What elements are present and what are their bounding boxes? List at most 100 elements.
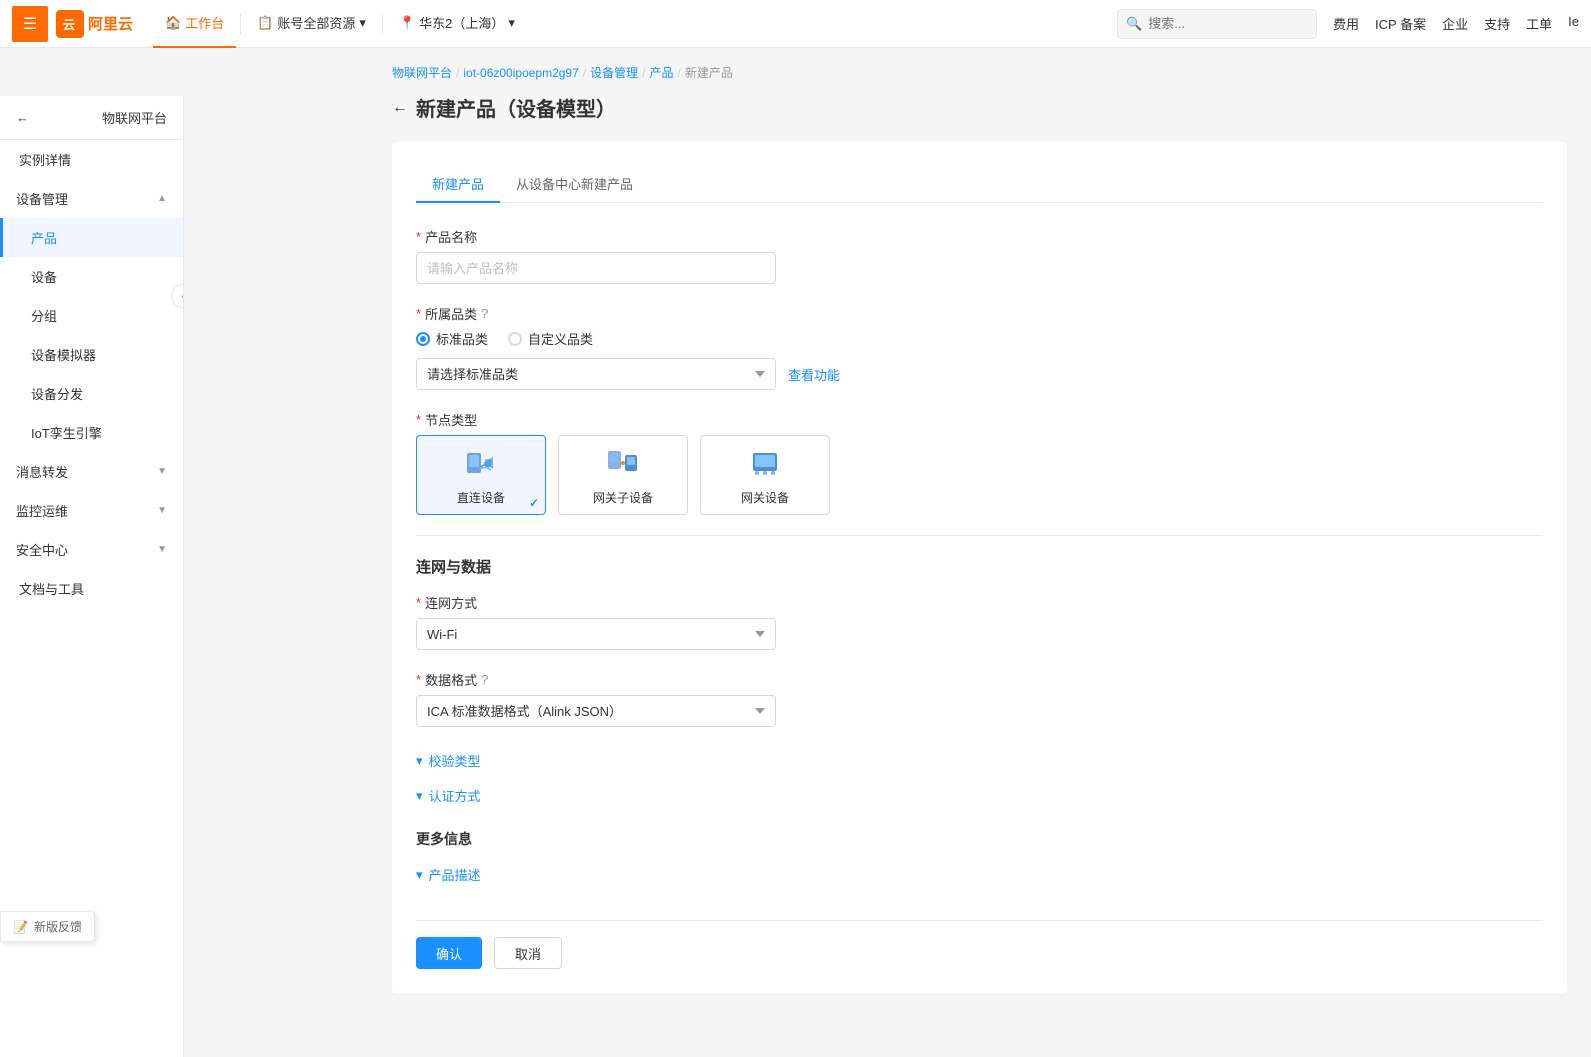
tab-bar: 新建产品 从设备中心新建产品 [416, 166, 1543, 203]
sidebar-item-devices[interactable]: 设备 [0, 257, 183, 296]
nav-support[interactable]: 支持 [1484, 14, 1510, 33]
chevron-down-auth-icon: ▾ [416, 788, 423, 804]
svg-text:云: 云 [63, 18, 75, 32]
tab-new-product[interactable]: 新建产品 [416, 166, 500, 203]
breadcrumb-sep-2: / [583, 66, 586, 80]
aliyun-svg: 云 [60, 14, 80, 34]
aliyun-logo-icon: 云 [56, 10, 84, 38]
sidebar-item-simulator[interactable]: 设备模拟器 [0, 335, 183, 374]
collapsible-desc-header[interactable]: ▾ 产品描述 [416, 861, 1543, 888]
form-card: 新建产品 从设备中心新建产品 * 产品名称 * 所属品类 ? [392, 142, 1567, 993]
form-group-category: * 所属品类 ? 标准品类 自定义品类 [416, 304, 1543, 390]
nav-region[interactable]: 📍 华东2（上海） ▾ [387, 0, 527, 48]
sidebar-item-iot-engine-label: IoT孪生引擎 [31, 423, 102, 442]
data-format-help-icon[interactable]: ? [481, 672, 488, 687]
direct-device-icon [463, 445, 499, 481]
sidebar-item-products[interactable]: 产品 [0, 218, 183, 257]
sidebar-item-message-label: 消息转发 [16, 462, 68, 481]
category-select[interactable]: 请选择标准品类 [416, 358, 776, 390]
aliyun-text: 阿里云 [88, 13, 133, 34]
chevron-up-icon: ▲ [157, 193, 167, 204]
breadcrumb-device-mgmt[interactable]: 设备管理 [590, 64, 638, 81]
required-star-node: * [416, 412, 421, 427]
feedback-label: 新版反馈 [34, 918, 82, 935]
radio-custom-label: 自定义品类 [528, 329, 593, 348]
sidebar-item-groups[interactable]: 分组 [0, 296, 183, 335]
chevron-down-verify-icon: ▾ [416, 753, 423, 769]
sidebar-group-monitor[interactable]: 监控运维 ▼ [0, 491, 183, 530]
nav-right: 🔍 费用 ICP 备案 企业 支持 工单 Ie [1117, 9, 1579, 39]
nav-icp[interactable]: ICP 备案 [1375, 14, 1426, 33]
product-name-input[interactable] [416, 252, 776, 284]
hamburger-icon: ☰ [23, 14, 37, 34]
connect-method-select-wrapper: Wi-Fi [416, 618, 776, 650]
node-card-gateway-sub[interactable]: 网关子设备 [558, 435, 688, 515]
chevron-down-icon-1: ▾ [359, 15, 366, 31]
sidebar-item-dispatch-label: 设备分发 [31, 384, 83, 403]
sidebar-item-dispatch[interactable]: 设备分发 [0, 374, 183, 413]
sidebar-back-icon: ← [16, 110, 29, 125]
connect-method-select[interactable]: Wi-Fi [416, 618, 776, 650]
breadcrumb-products[interactable]: 产品 [649, 64, 673, 81]
sidebar-header[interactable]: ← 物联网平台 [0, 96, 183, 140]
section-divider-1 [416, 535, 1543, 536]
connect-method-label: * 连网方式 [416, 593, 1543, 612]
top-nav: ☰ 云 阿里云 🏠 工作台 📋 账号全部资源 ▾ 📍 华东2（上海） ▾ [0, 0, 1591, 48]
back-button[interactable]: ← [392, 99, 408, 117]
sidebar-item-device-management-label: 设备管理 [16, 189, 68, 208]
nav-enterprise[interactable]: 企业 [1442, 14, 1468, 33]
collapsible-auth-label: 认证方式 [429, 786, 481, 805]
category-select-wrapper: 请选择标准品类 [416, 358, 776, 390]
gateway-icon [747, 445, 783, 481]
tab-from-center[interactable]: 从设备中心新建产品 [500, 166, 649, 203]
sidebar-item-docs[interactable]: 文档与工具 [0, 569, 183, 608]
breadcrumb-instance[interactable]: iot-06z00ipoepm2g97 [463, 66, 578, 80]
chevron-down-icon-2: ▾ [508, 15, 515, 31]
node-card-gateway[interactable]: 网关设备 [700, 435, 830, 515]
collapsible-auth-header[interactable]: ▾ 认证方式 [416, 782, 1543, 809]
sidebar-item-iot-engine[interactable]: IoT孪生引擎 [0, 413, 183, 452]
chevron-down-icon-msg: ▼ [157, 466, 167, 477]
data-format-select[interactable]: ICA 标准数据格式（Alink JSON） [416, 695, 776, 727]
hamburger-button[interactable]: ☰ [12, 6, 48, 42]
confirm-button[interactable]: 确认 [416, 937, 482, 969]
view-func-button[interactable]: 查看功能 [788, 365, 840, 384]
nav-workbench-label: 工作台 [185, 13, 224, 32]
node-card-direct-label: 直连设备 [457, 489, 505, 506]
search-box[interactable]: 🔍 [1117, 9, 1317, 39]
feedback-button[interactable]: 📝 新版反馈 [0, 911, 95, 942]
nav-divider-1 [240, 14, 241, 34]
nav-resources[interactable]: 📋 账号全部资源 ▾ [245, 0, 378, 48]
search-icon: 🔍 [1126, 16, 1142, 32]
node-type-group: 直连设备 网关子设备 [416, 435, 1543, 515]
sidebar-item-instance[interactable]: 实例详情 [0, 140, 183, 179]
search-input[interactable] [1148, 16, 1288, 31]
node-card-direct[interactable]: 直连设备 [416, 435, 546, 515]
breadcrumb-iot[interactable]: 物联网平台 [392, 64, 452, 81]
cancel-button[interactable]: 取消 [494, 937, 562, 969]
radio-standard[interactable]: 标准品类 [416, 329, 488, 348]
more-info-title: 更多信息 [416, 829, 1543, 849]
radio-custom[interactable]: 自定义品类 [508, 329, 593, 348]
breadcrumb-sep-3: / [642, 66, 645, 80]
sidebar-group-message[interactable]: 消息转发 ▼ [0, 452, 183, 491]
required-star-data: * [416, 672, 421, 687]
main-content: 物联网平台 / iot-06z00ipoepm2g97 / 设备管理 / 产品 … [368, 48, 1591, 1009]
nav-workbench[interactable]: 🏠 工作台 [153, 0, 236, 48]
category-select-row: 请选择标准品类 查看功能 [416, 358, 1543, 390]
sidebar-header-text: 物联网平台 [102, 108, 167, 127]
sidebar-item-devices-label: 设备 [31, 267, 57, 286]
breadcrumb-sep-4: / [678, 66, 681, 80]
radio-standard-circle [416, 332, 430, 346]
sidebar-group-security[interactable]: 安全中心 ▼ [0, 530, 183, 569]
form-group-product-name: * 产品名称 [416, 227, 1543, 284]
nav-user[interactable]: Ie [1568, 14, 1579, 33]
nav-fee[interactable]: 费用 [1333, 14, 1359, 33]
category-label: * 所属品类 ? [416, 304, 1543, 323]
category-help-icon[interactable]: ? [481, 306, 488, 321]
sidebar-group-device-management[interactable]: 设备管理 ▲ [0, 179, 183, 218]
nav-ticket[interactable]: 工单 [1526, 14, 1552, 33]
collapsible-verify-header[interactable]: ▾ 校验类型 [416, 747, 1543, 774]
home-icon: 🏠 [165, 15, 181, 31]
feedback-icon: 📝 [13, 920, 28, 934]
